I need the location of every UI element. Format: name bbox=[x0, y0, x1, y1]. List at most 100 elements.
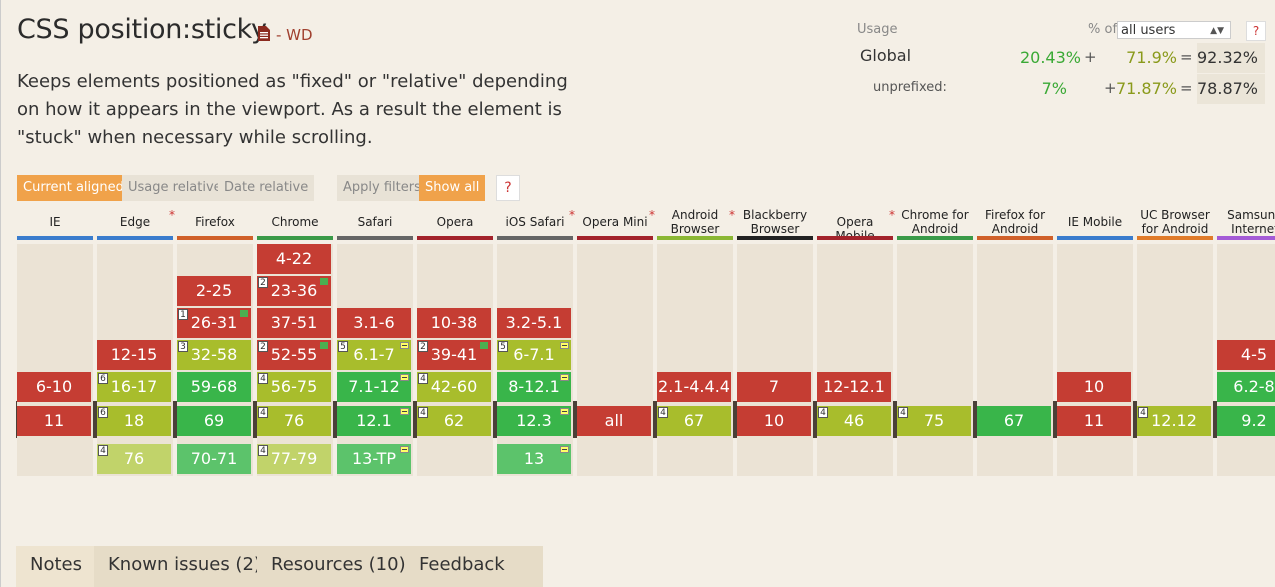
browser-name[interactable]: Edge bbox=[97, 215, 173, 229]
current-version-cell[interactable]: 12.12 4 bbox=[1137, 406, 1211, 436]
version-cell[interactable]: 23-36 2 bbox=[257, 276, 331, 306]
filters-help-button[interactable]: ? bbox=[496, 175, 520, 201]
browser-name[interactable]: Android Browser bbox=[657, 208, 733, 236]
version-label: 2.1-4.4.4 bbox=[658, 377, 730, 396]
version-cell[interactable]: 8-12.1 bbox=[497, 372, 571, 402]
usage-help-button[interactable]: ? bbox=[1246, 21, 1266, 41]
version-cell[interactable]: 12-15 bbox=[97, 340, 171, 370]
version-cell[interactable]: 77-79 4 bbox=[257, 444, 331, 474]
show-all-button[interactable]: Show all bbox=[419, 175, 486, 201]
version-cell[interactable]: 7 bbox=[737, 372, 811, 402]
current-version-cell[interactable]: 67 4 bbox=[657, 406, 731, 436]
version-cell[interactable]: 6-7.1 5 bbox=[497, 340, 571, 370]
browser-name[interactable]: UC Browser for Android bbox=[1137, 208, 1213, 236]
prefix-flag-icon bbox=[400, 374, 409, 381]
spec-status-link[interactable]: - WD bbox=[276, 26, 313, 44]
version-label: 12-15 bbox=[110, 345, 158, 364]
version-cell[interactable]: 32-58 3 bbox=[177, 340, 251, 370]
version-cell[interactable]: 13-TP bbox=[337, 444, 411, 474]
version-label: all bbox=[604, 411, 624, 430]
browser-name[interactable]: Firefox for Android bbox=[977, 208, 1053, 236]
version-label: 42-60 bbox=[430, 377, 478, 396]
page-title: CSS position:sticky bbox=[17, 14, 267, 45]
current-version-cell[interactable]: 67 bbox=[977, 406, 1051, 436]
browser-color-bar bbox=[657, 236, 733, 240]
version-cell[interactable]: 16-17 6 bbox=[97, 372, 171, 402]
prefix-flag-icon bbox=[560, 342, 569, 349]
browser-name[interactable]: Samsung Internet bbox=[1217, 208, 1275, 236]
current-version-cell[interactable]: 11 bbox=[17, 406, 91, 436]
enabled-by-flag-icon bbox=[320, 342, 328, 349]
global-supported-pct: 20.43% bbox=[1019, 48, 1081, 67]
version-cell[interactable]: 37-51 bbox=[257, 308, 331, 338]
tab-feedback[interactable]: Feedback bbox=[405, 546, 543, 587]
current-aligned-button[interactable]: Current aligned bbox=[17, 175, 130, 201]
current-version-cell[interactable]: 62 4 bbox=[417, 406, 491, 436]
version-cell[interactable]: 13 bbox=[497, 444, 571, 474]
browser-name[interactable]: IE Mobile bbox=[1057, 215, 1133, 229]
current-version-cell[interactable]: 69 bbox=[177, 406, 251, 436]
version-cell[interactable]: 6.1-7 5 bbox=[337, 340, 411, 370]
notes-asterisk-icon: * bbox=[729, 208, 735, 222]
version-cell[interactable]: 6-10 bbox=[17, 372, 91, 402]
version-cell[interactable]: 3.2-5.1 bbox=[497, 308, 571, 338]
version-cell[interactable]: 2-25 bbox=[177, 276, 251, 306]
current-version-cell[interactable]: 75 4 bbox=[897, 406, 971, 436]
global-total-pct: 92.32% bbox=[1197, 43, 1265, 73]
version-cell[interactable]: 26-31 1 bbox=[177, 308, 251, 338]
version-cell[interactable]: 7.1-12 bbox=[337, 372, 411, 402]
version-cell[interactable]: 52-55 2 bbox=[257, 340, 331, 370]
browser-name[interactable]: iOS Safari bbox=[497, 215, 573, 229]
version-cell[interactable]: 12-12.1 bbox=[817, 372, 891, 402]
current-version-cell[interactable]: 76 4 bbox=[257, 406, 331, 436]
spec-document-icon[interactable] bbox=[258, 26, 270, 41]
browser-name[interactable]: Firefox bbox=[177, 215, 253, 229]
browser-name[interactable]: Opera bbox=[417, 215, 493, 229]
note-number-badge: 4 bbox=[98, 445, 108, 456]
version-cell[interactable]: 56-75 4 bbox=[257, 372, 331, 402]
browser-color-bar bbox=[257, 236, 333, 240]
usage-relative-button[interactable]: Usage relative bbox=[122, 175, 228, 201]
browser-name[interactable]: IE bbox=[17, 215, 93, 229]
note-number-badge: 4 bbox=[818, 407, 828, 418]
select-arrows-icon: ▲▼ bbox=[1210, 26, 1224, 36]
version-cell[interactable]: 10 bbox=[1057, 372, 1131, 402]
version-cell[interactable]: 6.2-8 bbox=[1217, 372, 1275, 402]
version-label: 11 bbox=[43, 411, 65, 430]
version-cell[interactable]: 42-60 4 bbox=[417, 372, 491, 402]
current-version-cell[interactable]: 9.2 bbox=[1217, 406, 1275, 436]
browser-name[interactable]: Chrome for Android bbox=[897, 208, 973, 236]
current-version-cell[interactable]: 12.1 bbox=[337, 406, 411, 436]
version-label: 12-12.1 bbox=[823, 377, 885, 396]
current-version-cell[interactable]: 12.3 bbox=[497, 406, 571, 436]
version-cell[interactable]: 59-68 bbox=[177, 372, 251, 402]
current-version-cell[interactable]: 18 6 bbox=[97, 406, 171, 436]
browser-name[interactable]: Blackberry Browser bbox=[737, 208, 813, 236]
version-cell[interactable]: 76 4 bbox=[97, 444, 171, 474]
current-version-cell[interactable]: 10 bbox=[737, 406, 811, 436]
version-cell[interactable]: 4-5 bbox=[1217, 340, 1275, 370]
version-cell[interactable]: 10-38 bbox=[417, 308, 491, 338]
browser-name[interactable]: Chrome bbox=[257, 215, 333, 229]
version-cell[interactable]: 3.1-6 bbox=[337, 308, 411, 338]
tab-resources[interactable]: Resources (10) bbox=[257, 546, 429, 587]
current-version-cell[interactable]: 11 bbox=[1057, 406, 1131, 436]
version-cell[interactable]: 39-41 2 bbox=[417, 340, 491, 370]
browser-name[interactable]: Safari bbox=[337, 215, 413, 229]
browser-color-bar bbox=[497, 236, 573, 240]
version-cell[interactable]: 4-22 bbox=[257, 244, 331, 274]
user-group-select[interactable]: all users ▲▼ bbox=[1117, 21, 1231, 39]
current-version-cell[interactable]: 46 4 bbox=[817, 406, 891, 436]
version-cell[interactable]: 70-71 bbox=[177, 444, 251, 474]
prefix-flag-icon bbox=[400, 408, 409, 415]
current-version-cell[interactable]: all bbox=[577, 406, 651, 436]
notes-asterisk-icon: * bbox=[649, 208, 655, 222]
apply-filters-button[interactable]: Apply filters bbox=[337, 175, 427, 201]
date-relative-button[interactable]: Date relative bbox=[218, 175, 315, 201]
version-column-background bbox=[897, 244, 973, 476]
version-cell[interactable]: 2.1-4.4.4 bbox=[657, 372, 731, 402]
unprefixed-total-pct: 78.87% bbox=[1197, 74, 1265, 104]
global-usage-row: Global 20.43% + 71.9% = 92.32% bbox=[857, 43, 1267, 73]
browser-name[interactable]: Opera Mini bbox=[577, 215, 653, 229]
tab-known-issues[interactable]: Known issues (2) bbox=[94, 546, 280, 587]
